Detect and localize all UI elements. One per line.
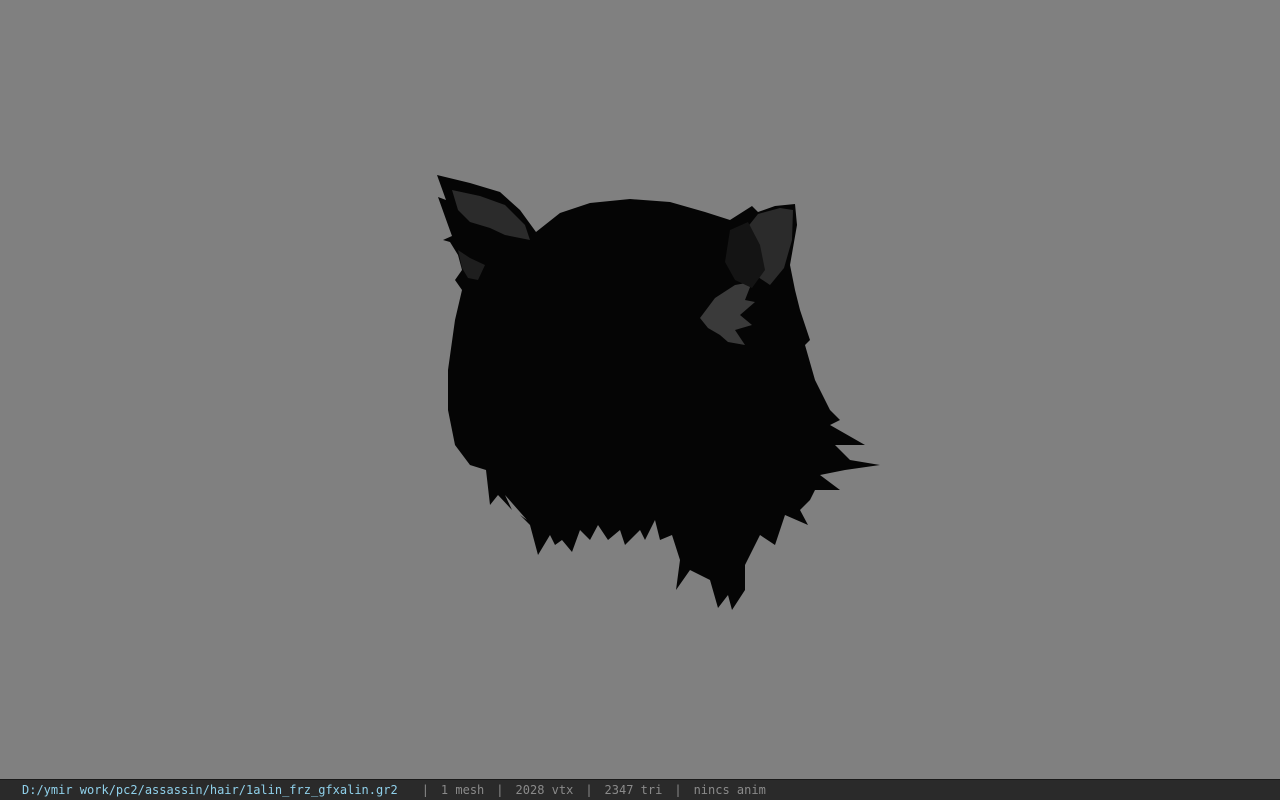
hair-silhouette — [437, 175, 880, 610]
separator: | — [674, 783, 682, 797]
separator: | — [496, 783, 504, 797]
status-bar: D:/ymir work/pc2/assassin/hair/1alin_frz… — [0, 779, 1280, 800]
vertex-count: 2028 vtx — [515, 783, 574, 797]
separator: | — [421, 783, 429, 797]
separator: | — [585, 783, 593, 797]
triangle-count: 2347 tri — [604, 783, 663, 797]
hair-model-icon[interactable] — [0, 0, 1280, 779]
file-path: D:/ymir work/pc2/assassin/hair/1alin_frz… — [22, 783, 398, 797]
mesh-count: 1 mesh — [440, 783, 485, 797]
3d-viewport[interactable] — [0, 0, 1280, 779]
animation-status: nincs anim — [693, 783, 766, 797]
